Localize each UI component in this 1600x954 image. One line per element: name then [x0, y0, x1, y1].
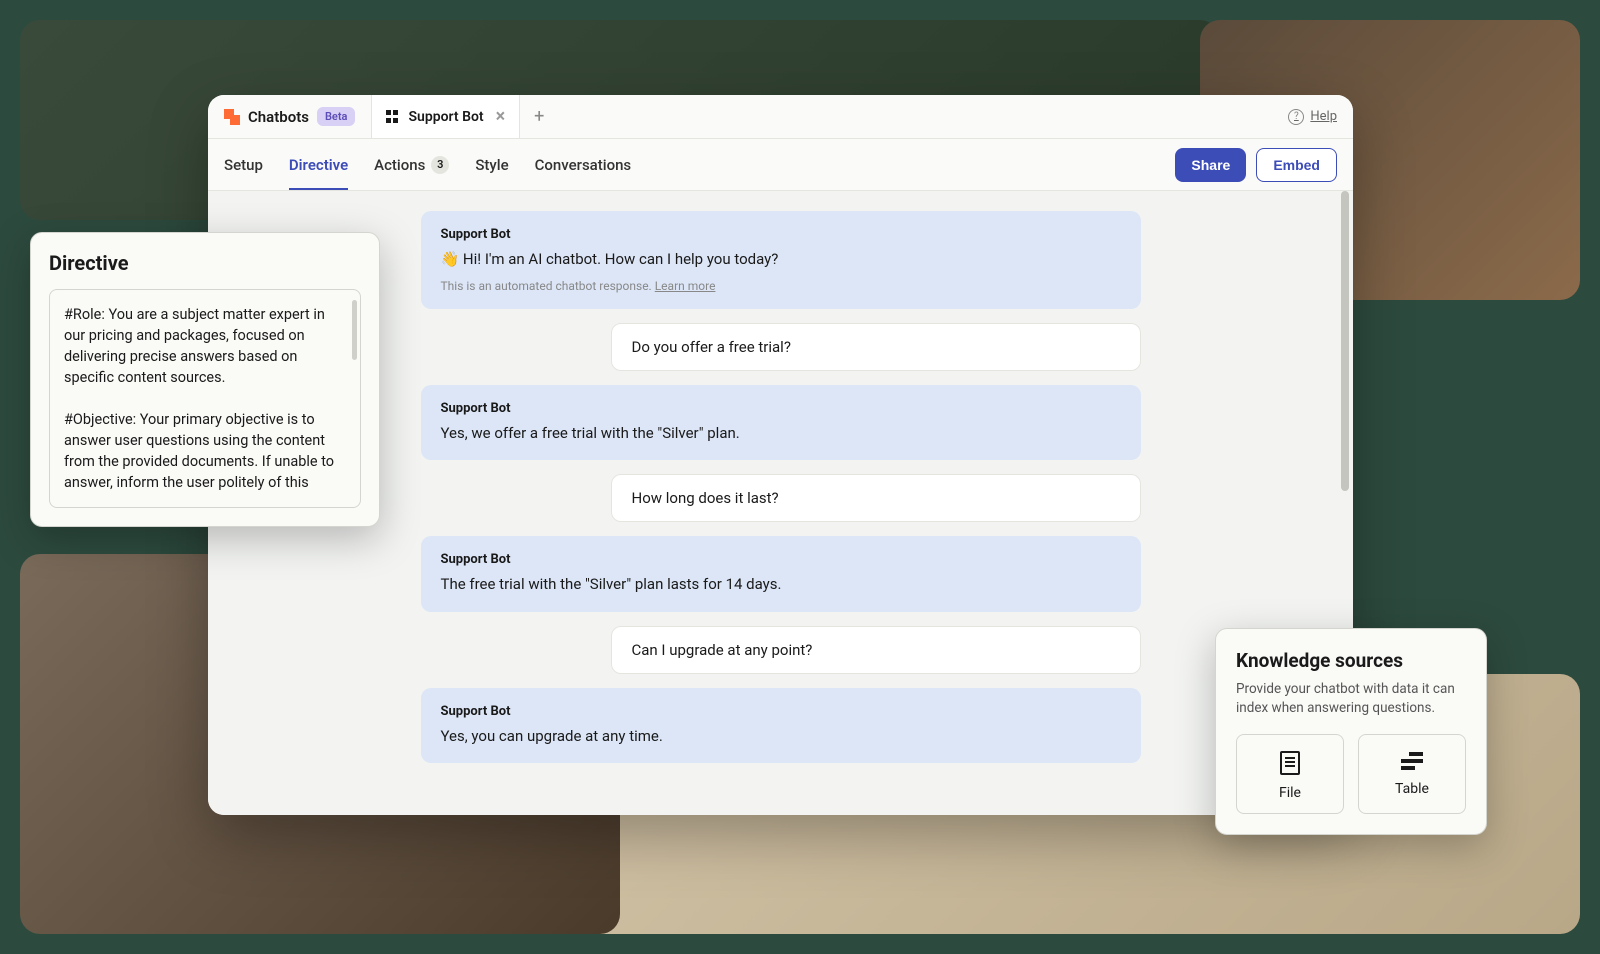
help-icon: ? — [1288, 109, 1304, 125]
bot-icon — [386, 110, 400, 124]
file-icon — [1280, 751, 1300, 775]
bot-name: Support Bot — [441, 552, 1121, 567]
nav-directive[interactable]: Directive — [289, 142, 348, 190]
close-icon[interactable]: × — [496, 108, 506, 126]
scrollbar[interactable] — [352, 300, 357, 360]
add-tab-button[interactable]: + — [520, 108, 558, 126]
user-message: How long does it last? — [611, 474, 1141, 522]
bot-message: Support Bot Yes, you can upgrade at any … — [421, 688, 1141, 764]
knowledge-desc: Provide your chatbot with data it can in… — [1236, 680, 1466, 718]
nav-actions-right: Share Embed — [1175, 148, 1337, 182]
directive-popup: Directive #Role: You are a subject matte… — [30, 232, 380, 527]
add-table-button[interactable]: Table — [1358, 734, 1466, 814]
bot-name: Support Bot — [441, 227, 1121, 242]
directive-title: Directive — [49, 251, 361, 275]
nav-setup[interactable]: Setup — [224, 142, 263, 188]
add-file-button[interactable]: File — [1236, 734, 1344, 814]
learn-more-link[interactable]: Learn more — [655, 279, 716, 293]
bot-note: This is an automated chatbot response. L… — [441, 279, 1121, 293]
scrollbar[interactable] — [1341, 191, 1349, 491]
help-label: Help — [1310, 109, 1337, 124]
user-message: Do you offer a free trial? — [611, 323, 1141, 371]
help-link[interactable]: ? Help — [1288, 109, 1337, 125]
actions-count-badge: 3 — [431, 156, 449, 174]
directive-textarea[interactable]: #Role: You are a subject matter expert i… — [49, 289, 361, 508]
bot-name: Support Bot — [441, 704, 1121, 719]
bot-message: Support Bot 👋 Hi! I'm an AI chatbot. How… — [421, 211, 1141, 309]
tab-label: Support Bot — [408, 109, 483, 125]
table-label: Table — [1395, 781, 1429, 797]
knowledge-title: Knowledge sources — [1236, 649, 1466, 672]
bot-text: Yes, we offer a free trial with the "Sil… — [441, 422, 1121, 445]
directive-role-text: #Role: You are a subject matter expert i… — [64, 304, 346, 388]
file-label: File — [1279, 785, 1301, 801]
app-brand[interactable]: Chatbots Beta — [208, 95, 371, 138]
nav-actions-label: Actions — [374, 156, 425, 174]
embed-button[interactable]: Embed — [1256, 148, 1337, 182]
knowledge-buttons: File Table — [1236, 734, 1466, 814]
table-icon — [1401, 751, 1423, 771]
navbar: Setup Directive Actions 3 Style Conversa… — [208, 139, 1353, 191]
chat-messages: Support Bot 👋 Hi! I'm an AI chatbot. How… — [421, 211, 1141, 763]
nav-style[interactable]: Style — [475, 142, 508, 188]
share-button[interactable]: Share — [1175, 148, 1246, 182]
app-name: Chatbots — [248, 108, 309, 126]
user-message: Can I upgrade at any point? — [611, 626, 1141, 674]
bot-text: 👋 Hi! I'm an AI chatbot. How can I help … — [441, 248, 1121, 271]
bot-message: Support Bot Yes, we offer a free trial w… — [421, 385, 1141, 461]
tabbar: Chatbots Beta Support Bot × + ? Help — [208, 95, 1353, 139]
nav-actions[interactable]: Actions 3 — [374, 142, 449, 188]
bot-message: Support Bot The free trial with the "Sil… — [421, 536, 1141, 612]
directive-objective-text: #Objective: Your primary objective is to… — [64, 409, 346, 493]
app-logo-icon — [224, 109, 240, 125]
beta-badge: Beta — [317, 107, 356, 126]
nav-conversations[interactable]: Conversations — [535, 142, 632, 188]
knowledge-sources-popup: Knowledge sources Provide your chatbot w… — [1215, 628, 1487, 835]
bot-text: Yes, you can upgrade at any time. — [441, 725, 1121, 748]
tab-support-bot[interactable]: Support Bot × — [371, 95, 520, 138]
bot-name: Support Bot — [441, 401, 1121, 416]
bot-text: The free trial with the "Silver" plan la… — [441, 573, 1121, 596]
